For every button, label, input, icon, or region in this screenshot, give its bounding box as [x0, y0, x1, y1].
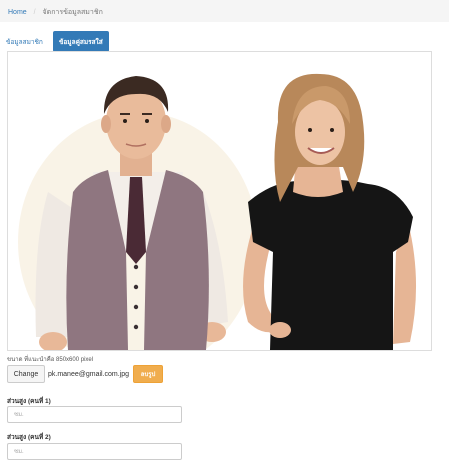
tab-spouse-info[interactable]: ข้อมูลคู่สมรสใส่ — [52, 31, 109, 52]
height-person-2-input[interactable] — [7, 443, 182, 460]
breadcrumb-home-link[interactable]: Home — [8, 9, 27, 16]
couple-photo-image — [8, 52, 431, 350]
height-person-1-input[interactable] — [7, 406, 182, 423]
breadcrumb-separator: / — [33, 9, 36, 16]
image-size-hint: ขนาด ที่แนะนำคือ 850x600 pixel — [7, 357, 94, 363]
photo-preview — [7, 51, 432, 351]
tab-bar: ข้อมูลสมาชิก ข้อมูลคู่สมรสใส่ — [0, 30, 109, 52]
selected-filename: pk.manee@gmail.com.jpg — [48, 370, 130, 378]
upload-row: Change pk.manee@gmail.com.jpg ลบรูป — [7, 365, 164, 383]
tab-member-info[interactable]: ข้อมูลสมาชิก — [0, 31, 49, 52]
height-person-2-label: ส่วนสูง (คนที่ 2) — [7, 434, 51, 441]
change-image-button[interactable]: Change — [7, 365, 45, 383]
remove-image-button[interactable]: ลบรูป — [133, 365, 164, 383]
breadcrumb: Home / จัดการข้อมูลสมาชิก — [0, 0, 449, 22]
breadcrumb-current: จัดการข้อมูลสมาชิก — [42, 9, 103, 16]
height-person-1-label: ส่วนสูง (คนที่ 1) — [7, 398, 51, 405]
